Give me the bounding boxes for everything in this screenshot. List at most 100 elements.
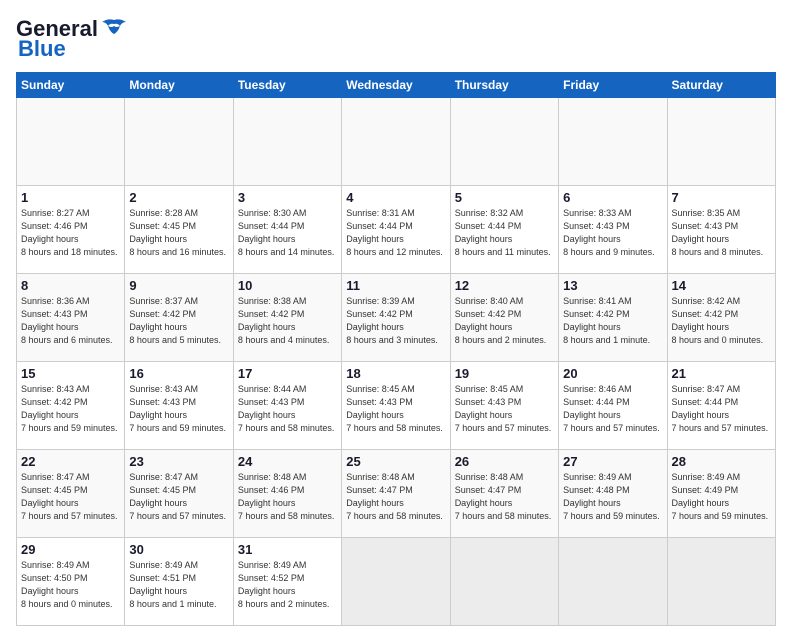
logo: General Blue — [16, 16, 128, 62]
calendar-cell: 15Sunrise: 8:43 AMSunset: 4:42 PMDayligh… — [17, 362, 125, 450]
calendar-cell: 23Sunrise: 8:47 AMSunset: 4:45 PMDayligh… — [125, 450, 233, 538]
calendar-cell — [450, 538, 558, 626]
day-info: Sunrise: 8:48 AMSunset: 4:46 PMDaylight … — [238, 471, 337, 523]
calendar-table: Sunday Monday Tuesday Wednesday Thursday… — [16, 72, 776, 626]
day-number: 28 — [672, 454, 771, 469]
calendar-cell: 26 Sunrise: 8:48 AMSunset: 4:47 PMDayligh… — [450, 450, 558, 538]
day-info: Sunrise: 8:44 AMSunset: 4:43 PMDaylight … — [238, 383, 337, 435]
calendar-cell: 7 Sunrise: 8:35 AMSunset: 4:43 PMDaylight… — [667, 186, 775, 274]
day-number: 27 — [563, 454, 662, 469]
calendar-cell: 10 Sunrise: 8:38 AMSunset: 4:42 PMDayligh… — [233, 274, 341, 362]
day-info: Sunrise: 8:49 AMSunset: 4:51 PMDaylight … — [129, 559, 228, 611]
day-info: Sunrise: 8:47 AMSunset: 4:45 PMDaylight … — [21, 471, 120, 523]
day-info: Sunrise: 8:48 AMSunset: 4:47 PMDaylight … — [346, 471, 445, 523]
day-info: Sunrise: 8:43 AMSunset: 4:43 PMDaylight … — [129, 383, 228, 435]
calendar-body: 1 Sunrise: 8:27 AMSunset: 4:46 PMDaylight… — [17, 98, 776, 626]
calendar-cell: 8 Sunrise: 8:36 AMSunset: 4:43 PMDaylight… — [17, 274, 125, 362]
day-info: Sunrise: 8:46 AMSunset: 4:44 PMDaylight … — [563, 383, 662, 435]
day-number: 10 — [238, 278, 337, 293]
day-number: 14 — [672, 278, 771, 293]
calendar-cell: 27 Sunrise: 8:49 AMSunset: 4:48 PMDayligh… — [559, 450, 667, 538]
calendar-cell — [667, 538, 775, 626]
calendar-week-1: 1 Sunrise: 8:27 AMSunset: 4:46 PMDaylight… — [17, 186, 776, 274]
calendar-cell: 2Sunrise: 8:28 AMSunset: 4:45 PMDaylight… — [125, 186, 233, 274]
calendar-cell: 9Sunrise: 8:37 AMSunset: 4:42 PMDaylight… — [125, 274, 233, 362]
calendar-cell: 20Sunrise: 8:46 AMSunset: 4:44 PMDayligh… — [559, 362, 667, 450]
col-wednesday: Wednesday — [342, 73, 450, 98]
calendar-cell — [559, 98, 667, 186]
calendar-cell — [233, 98, 341, 186]
day-info: Sunrise: 8:49 AMSunset: 4:50 PMDaylight … — [21, 559, 120, 611]
calendar-cell: 24 Sunrise: 8:48 AMSunset: 4:46 PMDayligh… — [233, 450, 341, 538]
day-number: 5 — [455, 190, 554, 205]
calendar-cell: 31Sunrise: 8:49 AMSunset: 4:52 PMDayligh… — [233, 538, 341, 626]
day-info: Sunrise: 8:42 AMSunset: 4:42 PMDaylight … — [672, 295, 771, 347]
calendar-cell: 11Sunrise: 8:39 AMSunset: 4:42 PMDayligh… — [342, 274, 450, 362]
calendar-week-5: 29 Sunrise: 8:49 AMSunset: 4:50 PMDayligh… — [17, 538, 776, 626]
calendar-week-0 — [17, 98, 776, 186]
day-info: Sunrise: 8:37 AMSunset: 4:42 PMDaylight … — [129, 295, 228, 347]
day-info: Sunrise: 8:45 AMSunset: 4:43 PMDaylight … — [455, 383, 554, 435]
calendar-cell — [342, 98, 450, 186]
col-saturday: Saturday — [667, 73, 775, 98]
day-number: 23 — [129, 454, 228, 469]
calendar-cell: 30 Sunrise: 8:49 AMSunset: 4:51 PMDayligh… — [125, 538, 233, 626]
calendar-cell: 4 Sunrise: 8:31 AMSunset: 4:44 PMDaylight… — [342, 186, 450, 274]
day-number: 2 — [129, 190, 228, 205]
day-info: Sunrise: 8:36 AMSunset: 4:43 PMDaylight … — [21, 295, 120, 347]
logo-blue: Blue — [18, 36, 66, 62]
day-info: Sunrise: 8:43 AMSunset: 4:42 PMDaylight … — [21, 383, 120, 435]
calendar-header: Sunday Monday Tuesday Wednesday Thursday… — [17, 73, 776, 98]
day-info: Sunrise: 8:49 AMSunset: 4:49 PMDaylight … — [672, 471, 771, 523]
day-number: 17 — [238, 366, 337, 381]
col-monday: Monday — [125, 73, 233, 98]
day-number: 29 — [21, 542, 120, 557]
day-info: Sunrise: 8:45 AMSunset: 4:43 PMDaylight … — [346, 383, 445, 435]
calendar-cell — [342, 538, 450, 626]
calendar-cell: 21Sunrise: 8:47 AMSunset: 4:44 PMDayligh… — [667, 362, 775, 450]
day-number: 19 — [455, 366, 554, 381]
day-info: Sunrise: 8:48 AMSunset: 4:47 PMDaylight … — [455, 471, 554, 523]
day-info: Sunrise: 8:41 AMSunset: 4:42 PMDaylight … — [563, 295, 662, 347]
calendar-cell — [450, 98, 558, 186]
day-number: 8 — [21, 278, 120, 293]
day-number: 30 — [129, 542, 228, 557]
col-friday: Friday — [559, 73, 667, 98]
day-number: 26 — [455, 454, 554, 469]
calendar-week-3: 15Sunrise: 8:43 AMSunset: 4:42 PMDayligh… — [17, 362, 776, 450]
day-info: Sunrise: 8:33 AMSunset: 4:43 PMDaylight … — [563, 207, 662, 259]
calendar-cell — [559, 538, 667, 626]
calendar-cell: 17 Sunrise: 8:44 AMSunset: 4:43 PMDayligh… — [233, 362, 341, 450]
day-number: 22 — [21, 454, 120, 469]
day-number: 25 — [346, 454, 445, 469]
day-number: 18 — [346, 366, 445, 381]
calendar-cell: 22 Sunrise: 8:47 AMSunset: 4:45 PMDayligh… — [17, 450, 125, 538]
calendar-cell: 29 Sunrise: 8:49 AMSunset: 4:50 PMDayligh… — [17, 538, 125, 626]
header-row: Sunday Monday Tuesday Wednesday Thursday… — [17, 73, 776, 98]
calendar-cell: 25 Sunrise: 8:48 AMSunset: 4:47 PMDayligh… — [342, 450, 450, 538]
day-number: 7 — [672, 190, 771, 205]
day-info: Sunrise: 8:30 AMSunset: 4:44 PMDaylight … — [238, 207, 337, 259]
day-info: Sunrise: 8:38 AMSunset: 4:42 PMDaylight … — [238, 295, 337, 347]
day-info: Sunrise: 8:49 AMSunset: 4:48 PMDaylight … — [563, 471, 662, 523]
day-number: 24 — [238, 454, 337, 469]
day-info: Sunrise: 8:27 AMSunset: 4:46 PMDaylight … — [21, 207, 120, 259]
day-number: 4 — [346, 190, 445, 205]
day-info: Sunrise: 8:40 AMSunset: 4:42 PMDaylight … — [455, 295, 554, 347]
calendar-cell: 16 Sunrise: 8:43 AMSunset: 4:43 PMDayligh… — [125, 362, 233, 450]
calendar-cell — [667, 98, 775, 186]
calendar-cell: 5 Sunrise: 8:32 AMSunset: 4:44 PMDaylight… — [450, 186, 558, 274]
day-number: 1 — [21, 190, 120, 205]
calendar-cell: 12Sunrise: 8:40 AMSunset: 4:42 PMDayligh… — [450, 274, 558, 362]
col-sunday: Sunday — [17, 73, 125, 98]
day-info: Sunrise: 8:35 AMSunset: 4:43 PMDaylight … — [672, 207, 771, 259]
calendar-cell: 1 Sunrise: 8:27 AMSunset: 4:46 PMDaylight… — [17, 186, 125, 274]
day-number: 11 — [346, 278, 445, 293]
logo-bird-icon — [100, 18, 128, 40]
day-info: Sunrise: 8:31 AMSunset: 4:44 PMDaylight … — [346, 207, 445, 259]
day-info: Sunrise: 8:32 AMSunset: 4:44 PMDaylight … — [455, 207, 554, 259]
calendar-cell: 19 Sunrise: 8:45 AMSunset: 4:43 PMDayligh… — [450, 362, 558, 450]
day-number: 3 — [238, 190, 337, 205]
page: General Blue Sunday Monday Tuesday Wedne… — [0, 0, 792, 612]
day-number: 16 — [129, 366, 228, 381]
